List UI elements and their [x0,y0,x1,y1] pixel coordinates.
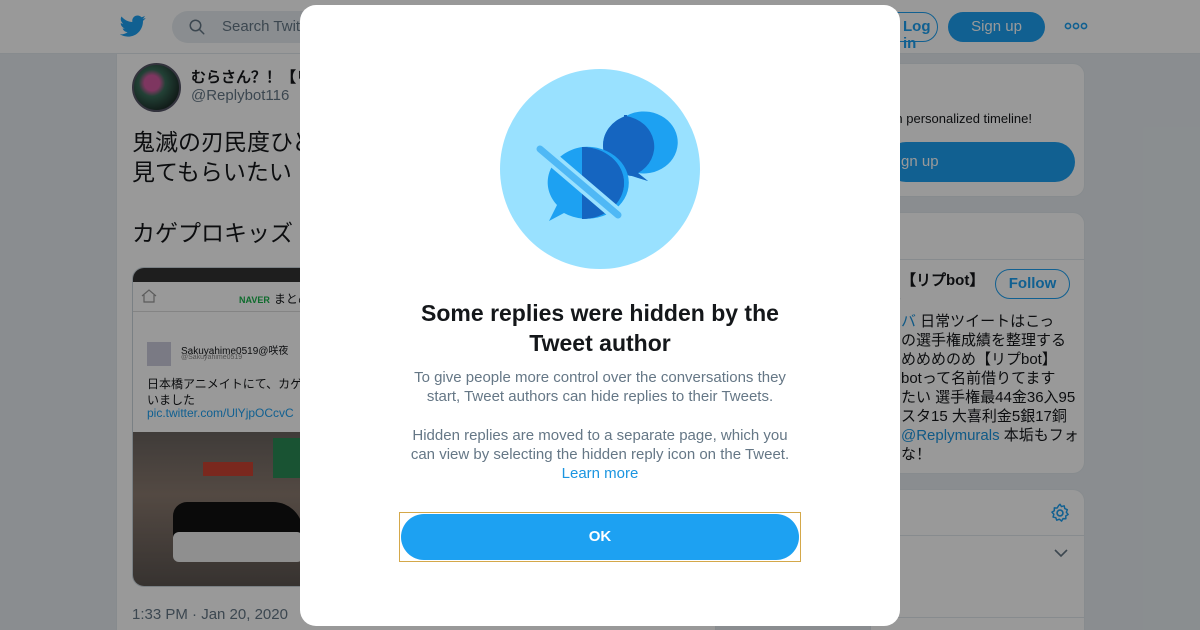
hidden-replies-dialog: Some replies were hidden by the Tweet au… [300,5,900,626]
hidden-replies-icon [500,69,700,269]
dialog-description-hidden-replies: Hidden replies are moved to a separate p… [410,427,790,463]
dialog-title: Some replies were hidden by the Tweet au… [421,300,779,356]
ok-button[interactable]: OK [401,514,799,560]
dialog-description: To give people more control over the con… [414,369,786,405]
ok-button-focus-ring: OK [399,512,801,562]
learn-more-link[interactable]: Learn more [400,464,800,483]
